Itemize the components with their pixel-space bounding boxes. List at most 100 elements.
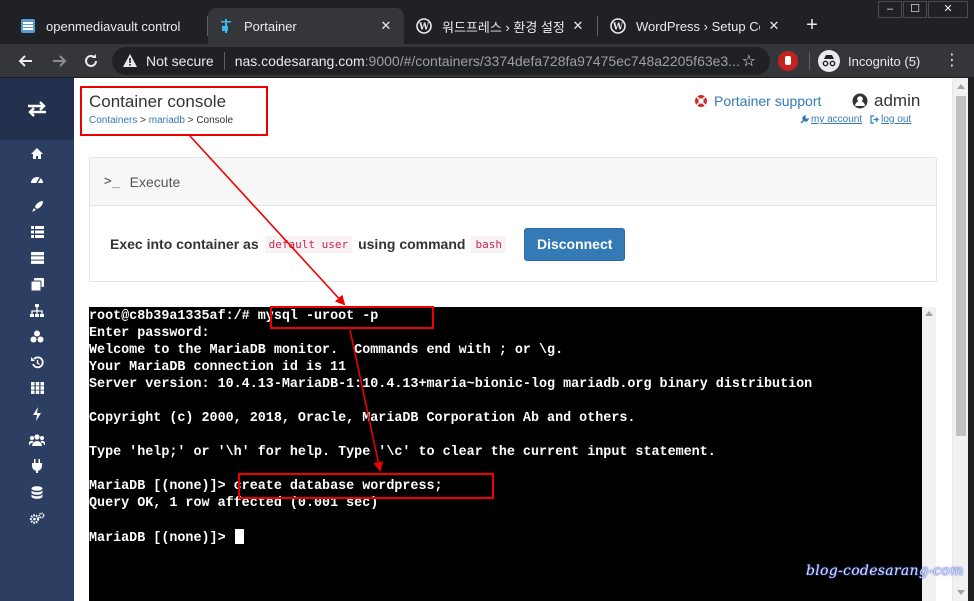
sidebar-item-events[interactable] [26,354,48,370]
tab-portainer[interactable]: Portainer ✕ [208,8,404,44]
terminal-line: Server version: 10.4.13-MariaDB-1:10.4.1… [89,377,813,392]
hand-icon [785,56,791,65]
portainer-support-link[interactable]: Portainer support [694,93,821,109]
images-icon [30,277,44,291]
browser-toolbar: Not secure nas.codesarang.com:9000/#/con… [0,44,974,78]
sidebar-item-host[interactable] [26,380,48,396]
security-label: Not secure [146,53,214,69]
incognito-icon [818,50,840,72]
forward-button[interactable] [47,49,71,73]
exec-text-mid: using command [358,236,466,252]
close-tab-icon[interactable]: ✕ [766,18,782,34]
minimize-button[interactable]: – [878,1,902,18]
tab-title: 워드프레스 › 환경 설정 › [442,19,564,35]
toolbar-divider [809,52,810,70]
settings-icon [29,511,45,524]
sidebar-item-settings[interactable] [26,510,48,526]
console-terminal[interactable]: root@c8b39a1335af:/# mysql -uroot -p Ent… [89,307,922,601]
transfer-arrows-icon [28,101,46,117]
close-tab-icon[interactable]: ✕ [378,18,394,34]
url-path: :9000/#/containers/3374defa728fa97475ec7… [364,53,740,69]
maximize-button[interactable]: ☐ [903,1,927,18]
log-out-link[interactable]: log out [881,114,911,125]
terminal-line: root@c8b39a1335af:/# mysql -uroot -p [89,309,379,324]
address-bar[interactable]: Not secure nas.codesarang.com:9000/#/con… [112,47,770,75]
scroll-up-arrow-icon[interactable] [925,311,933,316]
tab-openmediavault[interactable]: openmediavault control [10,8,206,44]
sidebar-item-endpoints[interactable] [26,458,48,474]
close-window-button[interactable]: ✕ [928,1,968,18]
browser-menu-icon[interactable]: ⋮ [942,50,962,72]
portainer-logo[interactable] [0,78,74,140]
extensions-icon [33,407,41,421]
sidebar-item-containers[interactable] [0,246,74,270]
disconnect-button[interactable]: Disconnect [523,227,626,261]
sidebar-item-dashboard[interactable] [26,171,48,187]
account-links: my account log out [800,114,911,125]
portainer-content: Container console Containers > mariadb >… [74,78,952,601]
bookmark-star-icon[interactable]: ☆ [742,51,756,71]
sidebar-item-volumes[interactable] [26,328,48,344]
close-tab-icon[interactable]: ✕ [570,18,586,34]
terminal-prompt-text: MariaDB [(none)]> [89,531,234,546]
registries-icon [31,485,43,499]
support-label: Portainer support [714,93,822,109]
users-icon [29,434,45,446]
sidebar-item-registries[interactable] [26,484,48,500]
tab-wordpress-settings[interactable]: W 워드프레스 › 환경 설정 › ✕ [406,8,596,44]
events-icon [30,355,44,368]
terminal-line: Your MariaDB connection id is 11 [89,360,347,375]
wrench-icon [800,115,809,124]
sidebar-item-networks[interactable] [26,302,48,318]
networks-icon [30,303,44,317]
terminal-line: Query OK, 1 row affected (0.001 sec) [89,496,379,511]
new-tab-button[interactable]: + [800,14,824,38]
my-account-link[interactable]: my account [811,114,862,125]
terminal-scrollbar[interactable] [922,307,936,601]
execute-panel: >_ Execute Exec into container as defaul… [89,157,937,282]
user-info: admin [852,91,920,111]
dashboard-icon [31,177,43,184]
sidebar-item-users[interactable] [26,432,48,448]
sidebar-item-images[interactable] [26,276,48,292]
annotation-box-mysql-command [270,306,434,329]
terminal-prompt-icon: >_ [104,174,120,189]
back-button[interactable] [14,49,38,73]
extension-stop-icon[interactable] [778,51,798,71]
wordpress-icon: W [610,18,626,34]
scrollbar-thumb[interactable] [956,96,966,436]
tab-title: Portainer [244,18,297,34]
exec-text-prefix: Exec into container as [110,236,259,252]
wordpress-icon: W [416,18,432,34]
warning-icon [123,54,137,67]
annotation-box-title [80,86,268,136]
execute-panel-header: >_ Execute [90,158,936,206]
sidebar-item-extensions[interactable] [26,406,48,422]
scroll-up-arrow-icon[interactable] [957,84,965,89]
reload-button[interactable] [79,49,103,73]
endpoints-icon [32,459,42,473]
user-icon [852,93,868,109]
home-icon [31,147,43,159]
profile-button[interactable]: Incognito (5) [818,47,920,75]
terminal-line: MariaDB [(none)]> create database wordpr… [89,479,443,494]
execute-title: Execute [129,173,181,190]
stacks-icon [30,226,44,238]
username: admin [874,91,921,110]
execute-panel-body: Exec into container as default user usin… [90,206,936,282]
volumes-icon [30,330,44,342]
exec-user-code: default user [264,235,353,253]
sidebar-item-home[interactable] [26,145,48,161]
window-border [968,78,974,601]
terminal-cursor [234,529,244,544]
page-scrollbar[interactable] [952,78,968,601]
tab-wordpress-setup[interactable]: W WordPress › Setup Confi ✕ [600,8,792,44]
sidebar-item-templates[interactable] [26,198,48,214]
tab-title: openmediavault control [46,18,181,34]
sidebar-item-stacks[interactable] [26,224,48,240]
terminal-line: Type 'help;' or '\h' for help. Type '\c'… [89,445,716,460]
scroll-down-arrow-icon[interactable] [957,590,965,595]
